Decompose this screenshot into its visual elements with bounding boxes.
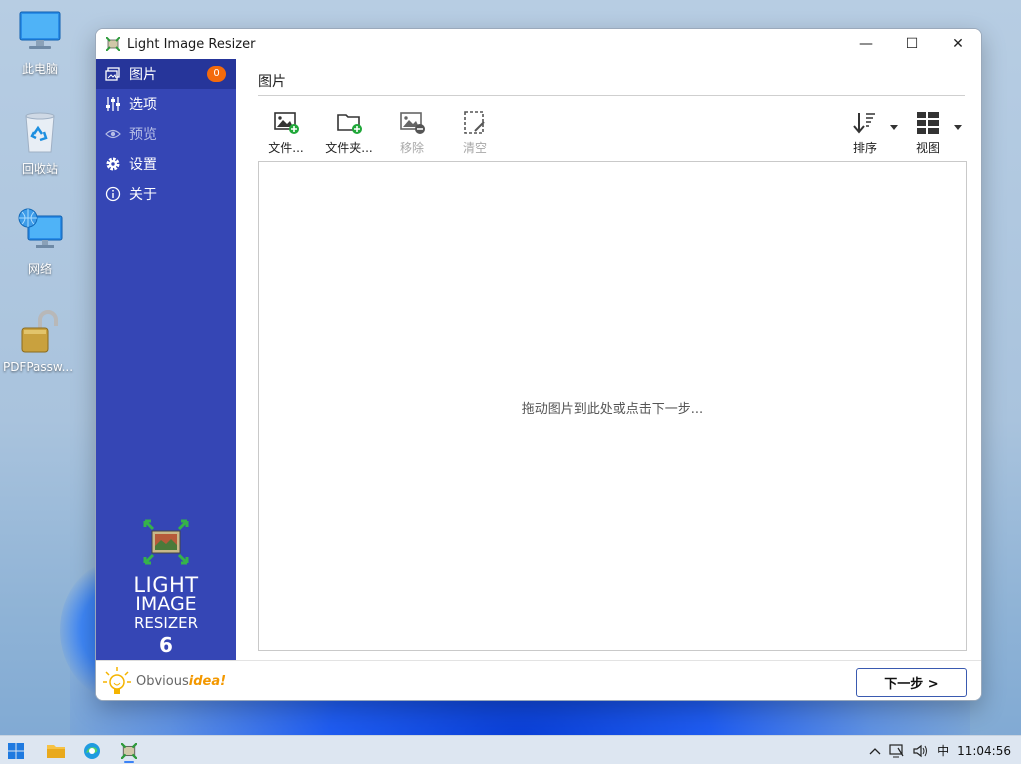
- show-hidden-icons-chevron-up-icon[interactable]: [869, 747, 881, 755]
- minimize-button[interactable]: —: [843, 29, 889, 59]
- desktop-icon-label: 此电脑: [21, 62, 58, 76]
- vendor-logo[interactable]: Obviousidea!: [96, 660, 236, 700]
- recycle-bin-icon: [16, 108, 64, 156]
- add-folder-button[interactable]: 文件夹...: [319, 109, 379, 156]
- add-files-button[interactable]: 文件...: [256, 109, 316, 156]
- product-brand: LIGHT IMAGE RESIZER 6: [96, 519, 236, 658]
- sidebar-item-preview[interactable]: 预览: [96, 119, 236, 149]
- info-icon: [104, 185, 122, 203]
- page-title: 图片: [258, 74, 286, 90]
- desktop-icon-network[interactable]: 网络: [0, 208, 80, 277]
- add-image-icon: [272, 109, 300, 137]
- light-image-resizer-icon: [121, 743, 137, 759]
- computer-icon: [16, 8, 64, 56]
- desktop-icon-label: 回收站: [21, 162, 58, 176]
- sort-icon: [851, 109, 879, 137]
- drop-hint: 拖动图片到此处或点击下一步...: [521, 402, 704, 417]
- taskbar-light-image-resizer[interactable]: [115, 739, 143, 763]
- system-tray: 中 11:04:56: [869, 736, 1011, 764]
- desktop-icon-label: 网络: [27, 262, 52, 276]
- close-button[interactable]: ✕: [935, 29, 981, 59]
- view-button[interactable]: 视图: [898, 109, 958, 156]
- product-logo-icon: [143, 519, 189, 565]
- sidebar-item-label: 设置: [129, 157, 157, 173]
- edge-icon: [84, 743, 100, 759]
- sidebar-item-settings[interactable]: 设置: [96, 149, 236, 179]
- clock[interactable]: 11:04:56: [957, 744, 1011, 758]
- sort-label: 排序: [852, 141, 877, 155]
- file-explorer-icon: [47, 745, 65, 758]
- sidebar-item-label: 预览: [129, 127, 157, 143]
- brand-line-2: IMAGE: [135, 593, 197, 615]
- sort-button[interactable]: 排序: [835, 109, 895, 156]
- maximize-button[interactable]: ☐: [889, 29, 935, 59]
- gear-icon: [104, 155, 122, 173]
- sidebar-item-options[interactable]: 选项: [96, 89, 236, 119]
- desktop-icon-label: PDFPassw...: [2, 360, 74, 374]
- image-drop-zone[interactable]: 拖动图片到此处或点击下一步...: [258, 161, 967, 651]
- vendor-name-accent: idea!: [188, 674, 227, 689]
- view-list-icon: [914, 109, 942, 137]
- lightbulb-icon: [103, 666, 131, 694]
- wizard-footer: 下一步 >: [236, 660, 981, 700]
- padlock-icon: [14, 308, 62, 356]
- taskbar: 中 11:04:56: [0, 735, 1021, 764]
- taskbar-edge[interactable]: [78, 739, 106, 763]
- vendor-name: Obvious: [136, 674, 189, 689]
- network-icon: [16, 208, 64, 256]
- next-button[interactable]: 下一步 >: [856, 668, 967, 697]
- view-dropdown-chevron-icon[interactable]: [954, 125, 962, 131]
- remove-label: 移除: [399, 141, 424, 155]
- desktop-icon-this-pc[interactable]: 此电脑: [0, 8, 80, 77]
- sidebar-item-label: 关于: [129, 187, 157, 203]
- device-status-icon[interactable]: [889, 743, 905, 758]
- title-bar[interactable]: Light Image Resizer — ☐ ✕: [96, 29, 981, 59]
- taskbar-file-explorer[interactable]: [42, 739, 70, 763]
- app-window: Light Image Resizer — ☐ ✕ 图片 0 选项 预览 设置 …: [95, 28, 982, 701]
- sidebar: 图片 0 选项 预览 设置 关于 LIGHT IMAGE RESIZER 6: [96, 59, 236, 660]
- add-folder-icon: [335, 109, 363, 137]
- desktop-icon-pdfpassword[interactable]: PDFPassw...: [0, 308, 78, 374]
- sidebar-item-about[interactable]: 关于: [96, 179, 236, 209]
- brand-line-1: LIGHT: [133, 573, 199, 597]
- brand-line-3: RESIZER: [133, 614, 199, 632]
- start-button[interactable]: [2, 739, 30, 763]
- eye-icon: [104, 125, 122, 143]
- sidebar-item-label: 图片: [129, 67, 157, 83]
- sidebar-item-images[interactable]: 图片 0: [96, 59, 236, 89]
- start-icon: [8, 743, 24, 759]
- image-count-badge: 0: [207, 66, 226, 82]
- add-files-label: 文件...: [268, 141, 304, 155]
- images-icon: [104, 65, 122, 83]
- header-divider: [258, 95, 965, 96]
- volume-icon[interactable]: [913, 744, 929, 758]
- sidebar-item-label: 选项: [129, 97, 157, 113]
- main-panel: 图片 文件... 文件夹... 移除 清空 排序 视图 拖动图片到此处或点击下一…: [236, 59, 981, 660]
- input-method-indicator[interactable]: 中: [937, 742, 949, 759]
- sort-dropdown-chevron-icon[interactable]: [890, 125, 898, 131]
- app-icon: [106, 37, 120, 51]
- desktop-icon-recycle-bin[interactable]: 回收站: [0, 108, 80, 177]
- clear-button[interactable]: 清空: [445, 109, 505, 156]
- clear-icon: [461, 109, 489, 137]
- remove-button[interactable]: 移除: [382, 109, 442, 156]
- window-title: Light Image Resizer: [127, 36, 256, 52]
- brand-version: 6: [159, 633, 173, 657]
- view-label: 视图: [915, 141, 940, 155]
- remove-image-icon: [398, 109, 426, 137]
- clear-label: 清空: [462, 141, 487, 155]
- sliders-icon: [104, 95, 122, 113]
- add-folder-label: 文件夹...: [325, 141, 373, 155]
